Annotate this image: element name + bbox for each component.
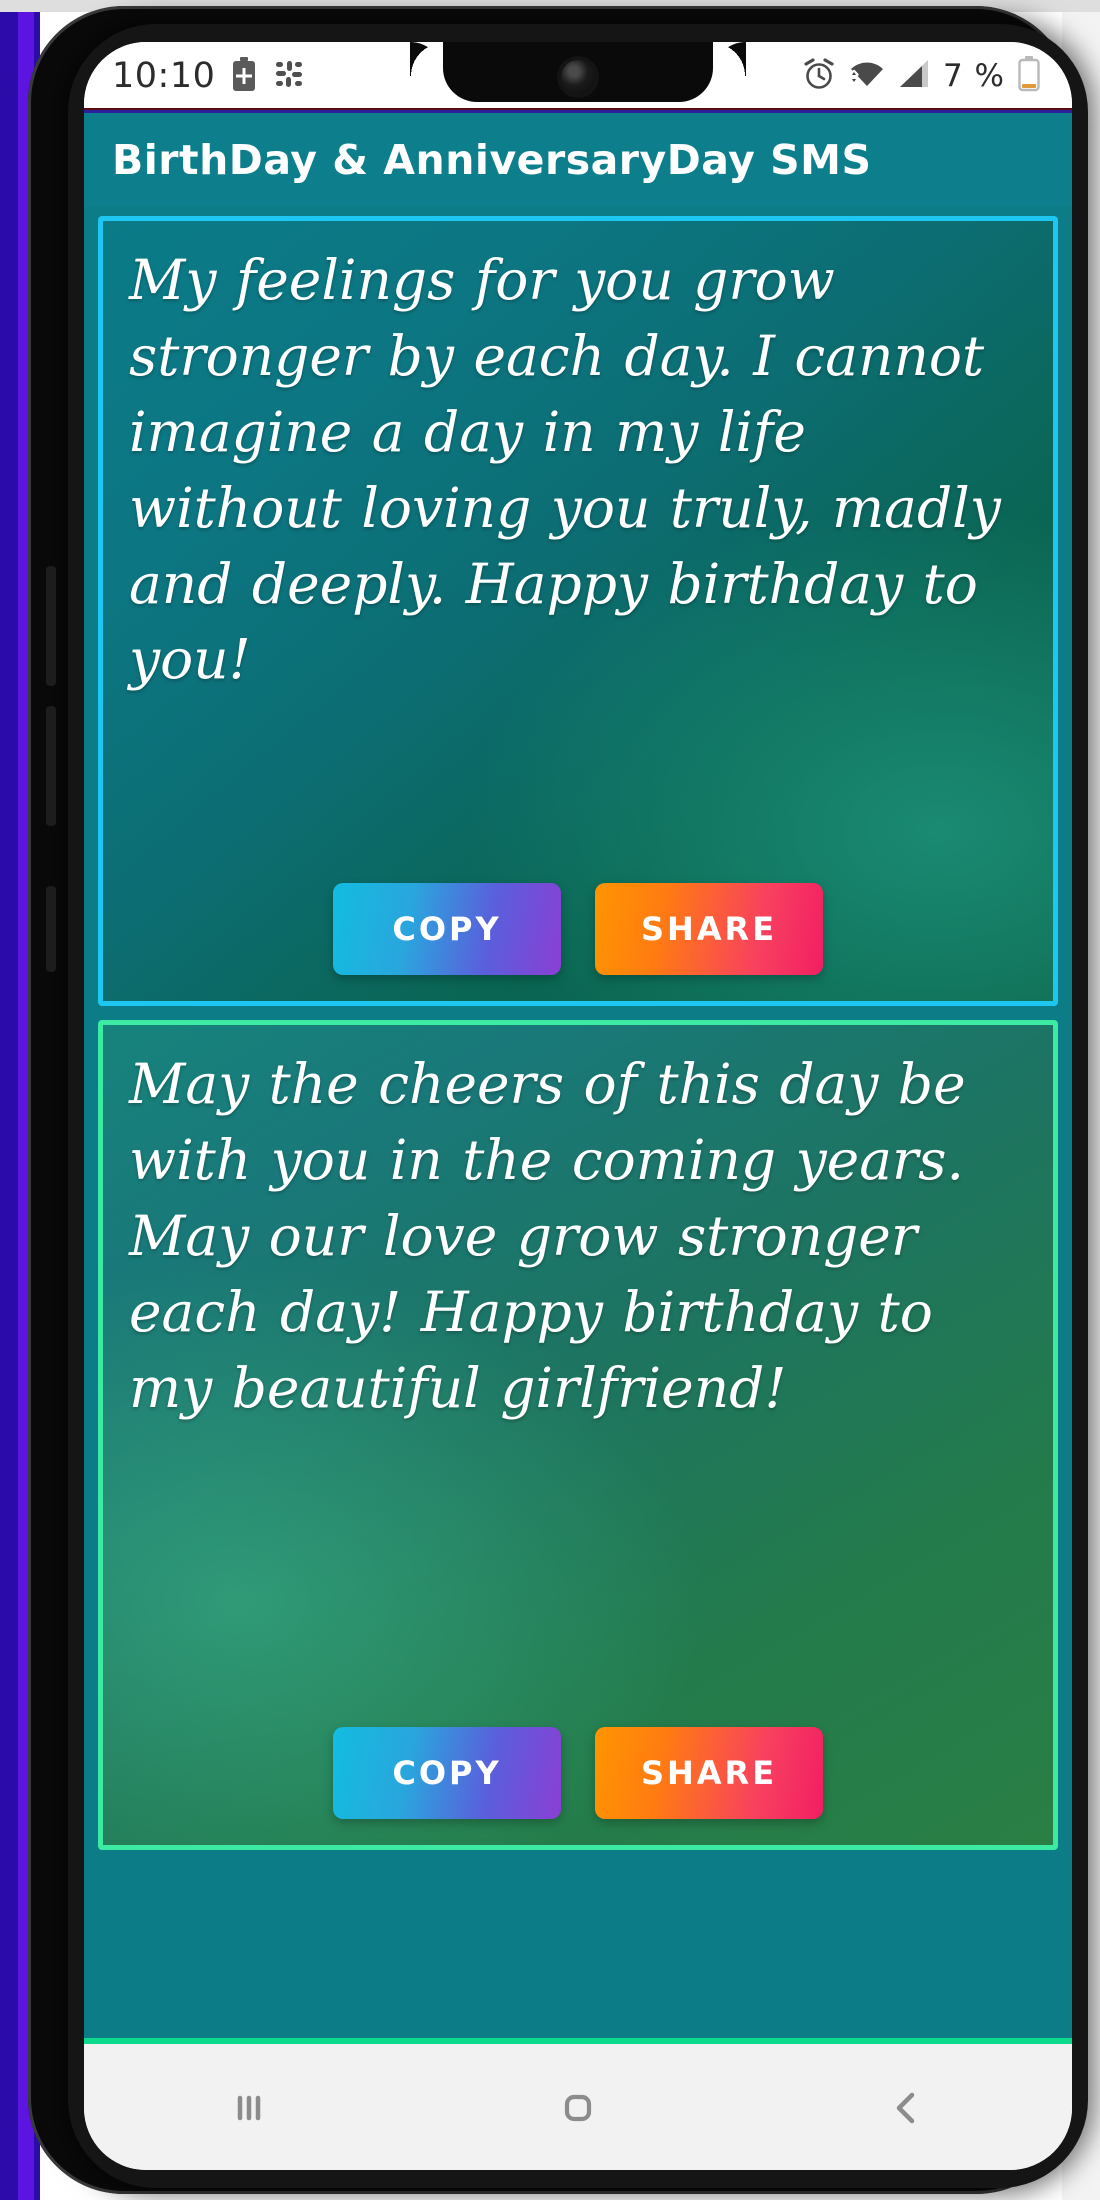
status-bar-underline: [84, 108, 1072, 110]
cellular-signal-icon: [898, 59, 930, 93]
message-text: My feelings for you grow stronger by eac…: [129, 248, 1001, 692]
share-button[interactable]: SHARE: [595, 883, 823, 975]
message-text: May the cheers of this day be with you i…: [129, 1052, 966, 1420]
status-bar-left: 10:10: [112, 56, 305, 96]
home-button[interactable]: [518, 2070, 638, 2150]
power-button[interactable]: [46, 886, 56, 972]
copy-button[interactable]: COPY: [333, 883, 561, 975]
page-root: 10:10 7 % BirthDay & AnniversaryDay SMS …: [0, 0, 1100, 2200]
status-bar-right: 7 %: [802, 56, 1046, 96]
volume-up-button[interactable]: [46, 566, 56, 686]
alarm-icon: [802, 57, 836, 95]
back-chevron-icon: [885, 2086, 929, 2134]
front-camera-icon: [561, 60, 595, 94]
system-navigation-bar: [84, 2038, 1072, 2170]
volume-down-button[interactable]: [46, 706, 56, 826]
battery-icon: [1018, 56, 1040, 96]
status-bar: 10:10 7 %: [84, 42, 1072, 110]
recents-button[interactable]: [189, 2070, 309, 2150]
copy-button[interactable]: COPY: [333, 1727, 561, 1819]
battery-saver-icon: [231, 57, 257, 95]
phone-screen: 10:10 7 % BirthDay & AnniversaryDay SMS …: [84, 42, 1072, 2170]
home-icon: [556, 2086, 600, 2134]
phone-body: 10:10 7 % BirthDay & AnniversaryDay SMS …: [28, 6, 1088, 2194]
message-list[interactable]: My feelings for you grow stronger by eac…: [84, 206, 1072, 2038]
back-button[interactable]: [847, 2070, 967, 2150]
card-actions: COPY SHARE: [103, 883, 1053, 975]
status-clock: 10:10: [112, 56, 216, 96]
slack-icon: [273, 58, 305, 94]
message-card[interactable]: May the cheers of this day be with you i…: [98, 1020, 1058, 1850]
battery-percent-label: 7 %: [942, 58, 1005, 94]
card-actions: COPY SHARE: [103, 1727, 1053, 1819]
camera-notch: [410, 42, 746, 102]
message-card[interactable]: My feelings for you grow stronger by eac…: [98, 216, 1058, 1006]
wifi-icon: [849, 59, 885, 93]
page-title: BirthDay & AnniversaryDay SMS: [112, 135, 872, 184]
share-button[interactable]: SHARE: [595, 1727, 823, 1819]
recents-icon: [227, 2086, 271, 2134]
app-bar: BirthDay & AnniversaryDay SMS: [84, 110, 1072, 206]
